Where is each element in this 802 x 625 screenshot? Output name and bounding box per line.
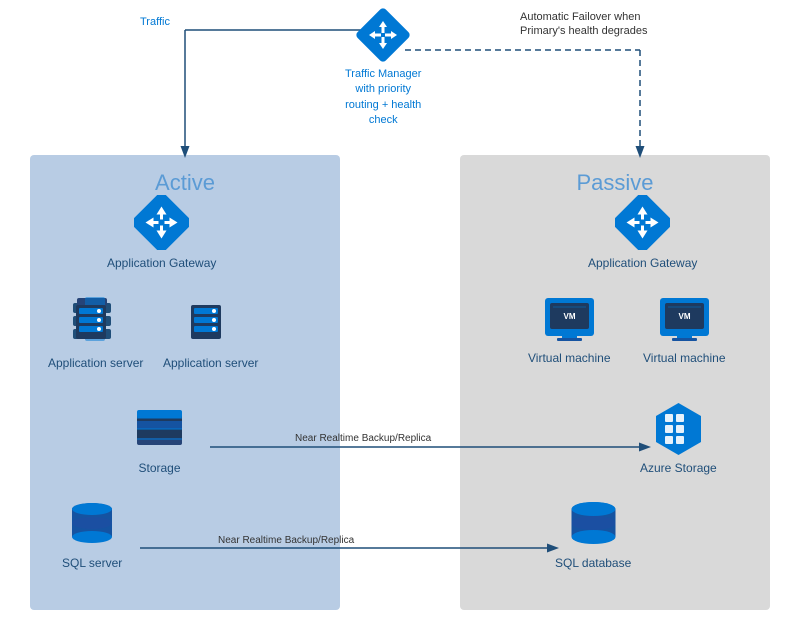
active-server2-label: Application server — [163, 356, 258, 372]
traffic-label: Traffic — [140, 16, 170, 28]
active-app-gateway-icon: Application Gateway — [107, 195, 216, 272]
passive-gateway-svg — [615, 195, 670, 250]
active-storage-label: Storage — [138, 461, 180, 477]
passive-sql-db-icon: SQL database — [555, 495, 631, 572]
passive-sql-db-label: SQL database — [555, 556, 631, 572]
passive-azure-storage-label: Azure Storage — [640, 461, 717, 477]
active-server1-svg — [71, 295, 121, 350]
failover-label-line2: Primary's health degrades — [520, 25, 648, 37]
svg-text:VM: VM — [563, 312, 575, 321]
traffic-manager-label: Traffic Manager with priority routing + … — [345, 67, 421, 129]
passive-vm2-svg: VM — [657, 295, 712, 345]
svg-text:VM: VM — [678, 312, 690, 321]
active-storage-icon: Storage — [132, 400, 187, 477]
passive-vm1-icon: VM Virtual machine — [528, 295, 611, 367]
passive-vm2-label: Virtual machine — [643, 351, 726, 367]
active-storage-svg — [132, 400, 187, 455]
passive-label: Passive — [576, 170, 653, 196]
active-sql-icon: SQL server — [62, 495, 122, 572]
active-server1-label: Application server — [48, 356, 143, 372]
passive-gateway-label: Application Gateway — [588, 256, 697, 272]
active-gateway-svg — [134, 195, 189, 250]
active-sql-label: SQL server — [62, 556, 122, 572]
passive-vm1-label: Virtual machine — [528, 351, 611, 367]
active-server2-icon: Application server — [163, 295, 258, 372]
passive-vm2-icon: VM Virtual machine — [643, 295, 726, 367]
active-server2-svg — [186, 295, 236, 350]
traffic-manager-svg — [353, 5, 413, 65]
passive-azure-storage-svg — [651, 400, 706, 455]
active-server1-icon: Application server — [48, 295, 143, 372]
passive-app-gateway-icon: Application Gateway — [588, 195, 697, 272]
failover-label-line1: Automatic Failover when — [520, 11, 640, 23]
active-gateway-label: Application Gateway — [107, 256, 216, 272]
active-sql-svg — [67, 495, 117, 550]
traffic-manager-icon: Traffic Manager with priority routing + … — [345, 5, 421, 129]
passive-sql-db-svg — [566, 495, 621, 550]
passive-azure-storage-icon: Azure Storage — [640, 400, 717, 477]
active-label: Active — [155, 170, 215, 196]
diagram-container: Active Passive Traffic Near Realtime B — [0, 0, 802, 625]
passive-vm1-svg: VM — [542, 295, 597, 345]
